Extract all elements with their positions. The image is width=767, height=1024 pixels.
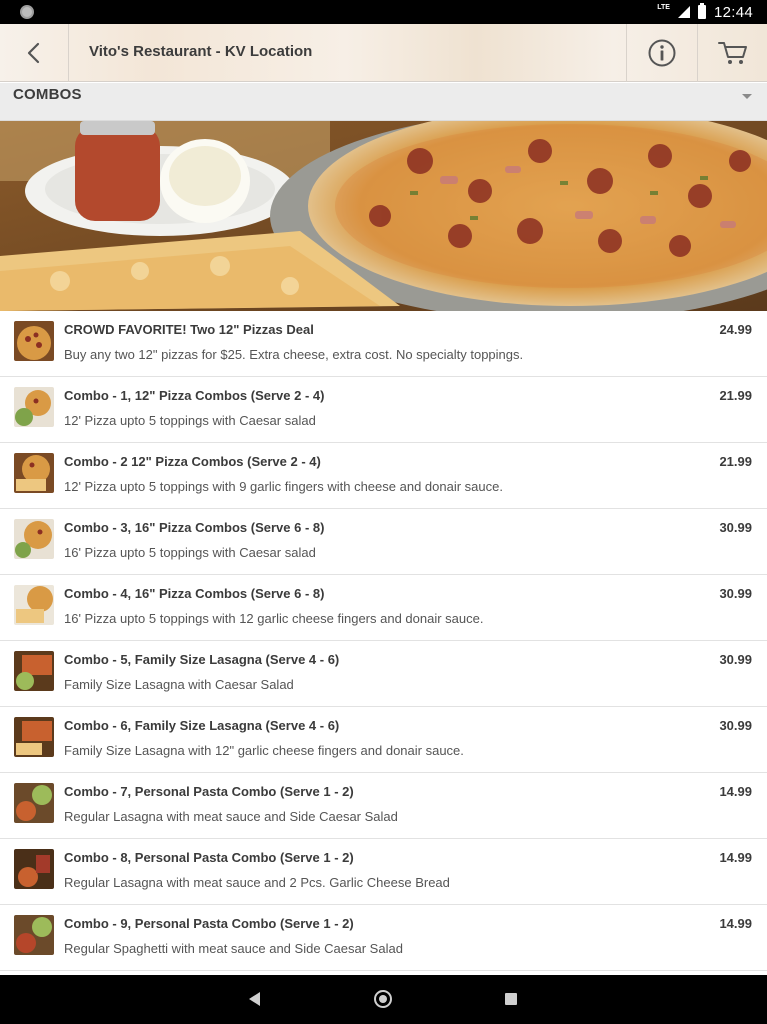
item-description: Family Size Lasagna with 12" garlic chee…: [64, 743, 464, 758]
item-thumbnail: [14, 321, 54, 361]
menu-item[interactable]: Combo - 9, Personal Pasta Combo (Serve 1…: [0, 905, 767, 971]
item-title: CROWD FAVORITE! Two 12" Pizzas Deal: [64, 322, 314, 337]
app-header: Vito's Restaurant - KV Location: [0, 24, 767, 82]
page-title: Vito's Restaurant - KV Location: [89, 43, 313, 60]
back-button[interactable]: [0, 24, 69, 82]
battery-icon: [697, 3, 706, 19]
item-title: Combo - 6, Family Size Lasagna (Serve 4 …: [64, 718, 340, 733]
item-price: 30.99: [719, 718, 752, 733]
menu-item[interactable]: Combo - 7, Personal Pasta Combo (Serve 1…: [0, 773, 767, 839]
item-title: Combo - 9, Personal Pasta Combo (Serve 1…: [64, 916, 354, 931]
item-description: 16' Pizza upto 5 toppings with Caesar sa…: [64, 545, 316, 560]
item-title: Combo - 4, 16" Pizza Combos (Serve 6 - 8…: [64, 586, 325, 601]
signal-icon: [677, 6, 690, 18]
info-icon: [648, 39, 676, 67]
status-bar: LTE 12:44: [0, 0, 767, 24]
item-description: 16' Pizza upto 5 toppings with 12 garlic…: [64, 611, 484, 626]
item-thumbnail: [14, 519, 54, 559]
item-title: Combo - 8, Personal Pasta Combo (Serve 1…: [64, 850, 354, 865]
nav-home-icon[interactable]: [374, 990, 392, 1008]
arrow-left-icon: [27, 42, 40, 64]
cart-icon: [717, 42, 747, 64]
item-thumbnail: [14, 915, 54, 955]
nav-back-icon[interactable]: [249, 992, 260, 1006]
item-price: 24.99: [719, 322, 752, 337]
item-price: 21.99: [719, 388, 752, 403]
menu-item[interactable]: Combo - 8, Personal Pasta Combo (Serve 1…: [0, 839, 767, 905]
chevron-down-icon: [742, 94, 752, 99]
item-price: 14.99: [719, 850, 752, 865]
system-nav-bar: [0, 975, 767, 1024]
network-type: LTE: [657, 3, 670, 11]
item-thumbnail: [14, 453, 54, 493]
nav-recents-icon[interactable]: [505, 993, 517, 1005]
menu-item[interactable]: Combo - 2 12" Pizza Combos (Serve 2 - 4)…: [0, 443, 767, 509]
item-description: 12' Pizza upto 5 toppings with Caesar sa…: [64, 413, 316, 428]
info-button[interactable]: [626, 24, 697, 82]
item-price: 30.99: [719, 520, 752, 535]
item-thumbnail: [14, 783, 54, 823]
category-selected: COMBOS: [13, 86, 82, 103]
item-title: Combo - 7, Personal Pasta Combo (Serve 1…: [64, 784, 354, 799]
item-description: 12' Pizza upto 5 toppings with 9 garlic …: [64, 479, 503, 494]
menu-item[interactable]: Combo - 4, 16" Pizza Combos (Serve 6 - 8…: [0, 575, 767, 641]
item-description: Regular Spaghetti with meat sauce and Si…: [64, 941, 403, 956]
item-title: Combo - 3, 16" Pizza Combos (Serve 6 - 8…: [64, 520, 325, 535]
menu-item-list: CROWD FAVORITE! Two 12" Pizzas Deal Buy …: [0, 311, 767, 975]
item-price: 14.99: [719, 784, 752, 799]
menu-item[interactable]: Combo - 5, Family Size Lasagna (Serve 4 …: [0, 641, 767, 707]
notification-icon: [20, 5, 34, 19]
item-description: Buy any two 12" pizzas for $25. Extra ch…: [64, 347, 524, 362]
item-thumbnail: [14, 585, 54, 625]
item-title: Combo - 5, Family Size Lasagna (Serve 4 …: [64, 652, 340, 667]
item-price: 30.99: [719, 586, 752, 601]
item-title: Combo - 2 12" Pizza Combos (Serve 2 - 4): [64, 454, 321, 469]
item-description: Family Size Lasagna with Caesar Salad: [64, 677, 294, 692]
category-banner-image: [0, 121, 767, 311]
menu-item[interactable]: CROWD FAVORITE! Two 12" Pizzas Deal Buy …: [0, 311, 767, 377]
cart-button[interactable]: [697, 24, 767, 82]
item-description: Regular Lasagna with meat sauce and 2 Pc…: [64, 875, 450, 890]
category-dropdown[interactable]: COMBOS: [0, 83, 767, 121]
status-indicators: LTE 12:44: [657, 0, 753, 24]
item-price: 30.99: [719, 652, 752, 667]
menu-item[interactable]: Combo - 3, 16" Pizza Combos (Serve 6 - 8…: [0, 509, 767, 575]
item-thumbnail: [14, 651, 54, 691]
item-thumbnail: [14, 849, 54, 889]
menu-item[interactable]: Combo - 1, 12" Pizza Combos (Serve 2 - 4…: [0, 377, 767, 443]
item-title: Combo - 1, 12" Pizza Combos (Serve 2 - 4…: [64, 388, 325, 403]
item-price: 21.99: [719, 454, 752, 469]
menu-item[interactable]: Combo - 6, Family Size Lasagna (Serve 4 …: [0, 707, 767, 773]
item-price: 14.99: [719, 916, 752, 931]
item-thumbnail: [14, 387, 54, 427]
status-time: 12:44: [713, 3, 753, 21]
item-description: Regular Lasagna with meat sauce and Side…: [64, 809, 398, 824]
item-thumbnail: [14, 717, 54, 757]
